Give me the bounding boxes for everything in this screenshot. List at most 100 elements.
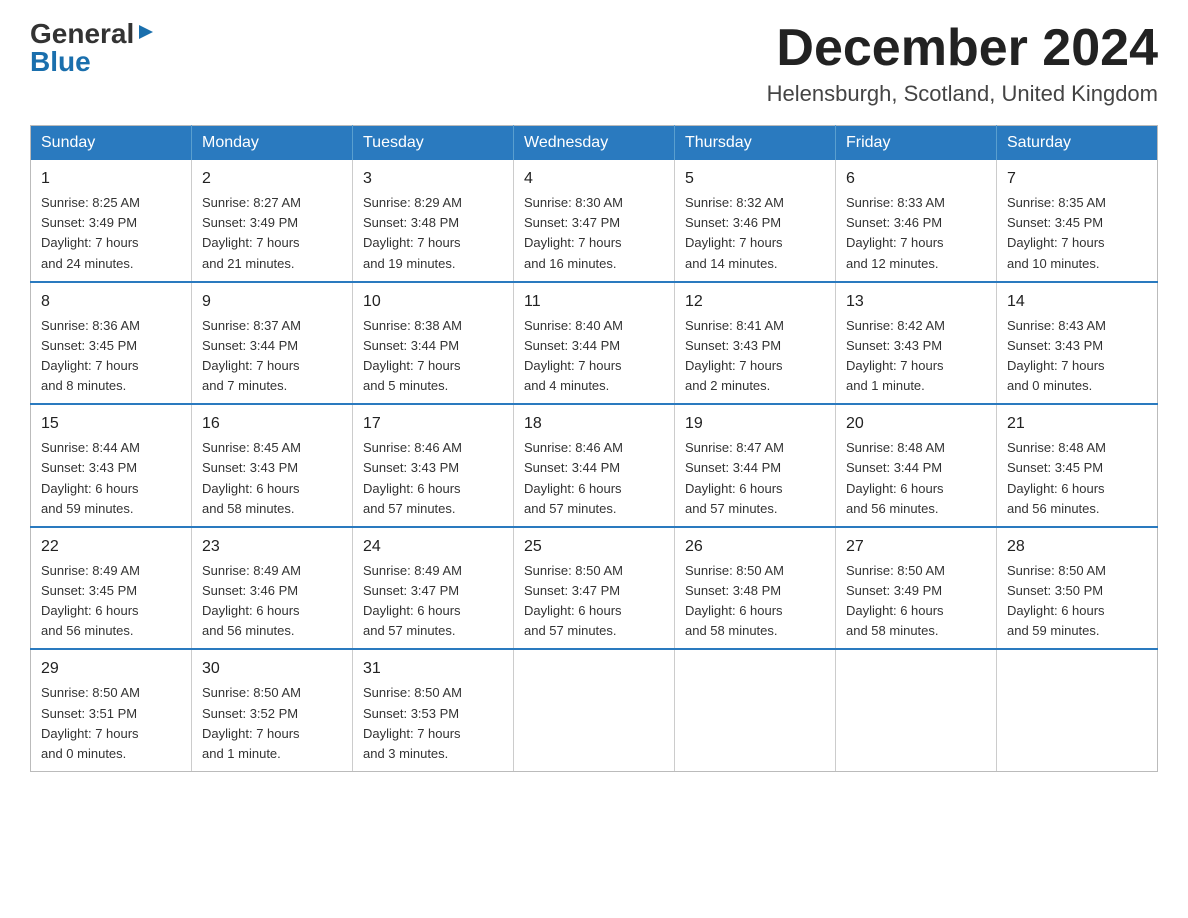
calendar-cell: 9 Sunrise: 8:37 AMSunset: 3:44 PMDayligh… (192, 282, 353, 405)
day-number: 21 (1007, 412, 1147, 436)
day-info: Sunrise: 8:50 AMSunset: 3:49 PMDaylight:… (846, 563, 945, 638)
day-info: Sunrise: 8:36 AMSunset: 3:45 PMDaylight:… (41, 318, 140, 393)
day-info: Sunrise: 8:45 AMSunset: 3:43 PMDaylight:… (202, 440, 301, 515)
calendar-cell: 27 Sunrise: 8:50 AMSunset: 3:49 PMDaylig… (836, 527, 997, 650)
day-number: 27 (846, 535, 986, 559)
day-info: Sunrise: 8:27 AMSunset: 3:49 PMDaylight:… (202, 195, 301, 270)
calendar-cell: 24 Sunrise: 8:49 AMSunset: 3:47 PMDaylig… (353, 527, 514, 650)
calendar-cell: 13 Sunrise: 8:42 AMSunset: 3:43 PMDaylig… (836, 282, 997, 405)
calendar-week-row: 15 Sunrise: 8:44 AMSunset: 3:43 PMDaylig… (31, 404, 1158, 527)
calendar-cell: 20 Sunrise: 8:48 AMSunset: 3:44 PMDaylig… (836, 404, 997, 527)
day-info: Sunrise: 8:40 AMSunset: 3:44 PMDaylight:… (524, 318, 623, 393)
calendar-cell: 18 Sunrise: 8:46 AMSunset: 3:44 PMDaylig… (514, 404, 675, 527)
calendar-cell: 1 Sunrise: 8:25 AMSunset: 3:49 PMDayligh… (31, 160, 192, 282)
calendar-cell: 5 Sunrise: 8:32 AMSunset: 3:46 PMDayligh… (675, 160, 836, 282)
calendar-cell: 29 Sunrise: 8:50 AMSunset: 3:51 PMDaylig… (31, 649, 192, 771)
day-number: 5 (685, 167, 825, 191)
day-number: 25 (524, 535, 664, 559)
calendar-cell: 2 Sunrise: 8:27 AMSunset: 3:49 PMDayligh… (192, 160, 353, 282)
day-info: Sunrise: 8:50 AMSunset: 3:51 PMDaylight:… (41, 685, 140, 760)
calendar-cell: 28 Sunrise: 8:50 AMSunset: 3:50 PMDaylig… (997, 527, 1158, 650)
calendar-cell: 14 Sunrise: 8:43 AMSunset: 3:43 PMDaylig… (997, 282, 1158, 405)
day-info: Sunrise: 8:50 AMSunset: 3:53 PMDaylight:… (363, 685, 462, 760)
day-number: 8 (41, 290, 181, 314)
day-number: 20 (846, 412, 986, 436)
day-info: Sunrise: 8:41 AMSunset: 3:43 PMDaylight:… (685, 318, 784, 393)
day-number: 22 (41, 535, 181, 559)
day-info: Sunrise: 8:48 AMSunset: 3:45 PMDaylight:… (1007, 440, 1106, 515)
weekday-header-thursday: Thursday (675, 126, 836, 161)
day-number: 19 (685, 412, 825, 436)
day-number: 6 (846, 167, 986, 191)
day-number: 23 (202, 535, 342, 559)
logo-arrow-icon (137, 23, 155, 46)
day-info: Sunrise: 8:47 AMSunset: 3:44 PMDaylight:… (685, 440, 784, 515)
calendar-week-row: 29 Sunrise: 8:50 AMSunset: 3:51 PMDaylig… (31, 649, 1158, 771)
day-info: Sunrise: 8:29 AMSunset: 3:48 PMDaylight:… (363, 195, 462, 270)
day-info: Sunrise: 8:35 AMSunset: 3:45 PMDaylight:… (1007, 195, 1106, 270)
calendar-cell: 22 Sunrise: 8:49 AMSunset: 3:45 PMDaylig… (31, 527, 192, 650)
calendar-cell (514, 649, 675, 771)
day-info: Sunrise: 8:50 AMSunset: 3:50 PMDaylight:… (1007, 563, 1106, 638)
day-info: Sunrise: 8:50 AMSunset: 3:47 PMDaylight:… (524, 563, 623, 638)
day-info: Sunrise: 8:49 AMSunset: 3:45 PMDaylight:… (41, 563, 140, 638)
weekday-header-monday: Monday (192, 126, 353, 161)
logo-blue-text: Blue (30, 48, 91, 76)
location-text: Helensburgh, Scotland, United Kingdom (767, 81, 1158, 107)
day-info: Sunrise: 8:50 AMSunset: 3:52 PMDaylight:… (202, 685, 301, 760)
day-number: 4 (524, 167, 664, 191)
day-number: 12 (685, 290, 825, 314)
calendar-cell: 15 Sunrise: 8:44 AMSunset: 3:43 PMDaylig… (31, 404, 192, 527)
day-info: Sunrise: 8:46 AMSunset: 3:43 PMDaylight:… (363, 440, 462, 515)
calendar-cell (836, 649, 997, 771)
day-info: Sunrise: 8:48 AMSunset: 3:44 PMDaylight:… (846, 440, 945, 515)
calendar-cell: 8 Sunrise: 8:36 AMSunset: 3:45 PMDayligh… (31, 282, 192, 405)
day-number: 29 (41, 657, 181, 681)
day-number: 26 (685, 535, 825, 559)
day-number: 16 (202, 412, 342, 436)
day-number: 15 (41, 412, 181, 436)
title-area: December 2024 Helensburgh, Scotland, Uni… (767, 20, 1158, 107)
weekday-header-saturday: Saturday (997, 126, 1158, 161)
day-number: 11 (524, 290, 664, 314)
calendar-cell: 16 Sunrise: 8:45 AMSunset: 3:43 PMDaylig… (192, 404, 353, 527)
calendar-week-row: 22 Sunrise: 8:49 AMSunset: 3:45 PMDaylig… (31, 527, 1158, 650)
day-info: Sunrise: 8:43 AMSunset: 3:43 PMDaylight:… (1007, 318, 1106, 393)
day-number: 7 (1007, 167, 1147, 191)
weekday-header-tuesday: Tuesday (353, 126, 514, 161)
day-info: Sunrise: 8:50 AMSunset: 3:48 PMDaylight:… (685, 563, 784, 638)
calendar-table: SundayMondayTuesdayWednesdayThursdayFrid… (30, 125, 1158, 772)
calendar-cell: 12 Sunrise: 8:41 AMSunset: 3:43 PMDaylig… (675, 282, 836, 405)
day-number: 24 (363, 535, 503, 559)
calendar-cell: 10 Sunrise: 8:38 AMSunset: 3:44 PMDaylig… (353, 282, 514, 405)
day-info: Sunrise: 8:49 AMSunset: 3:47 PMDaylight:… (363, 563, 462, 638)
weekday-header-row: SundayMondayTuesdayWednesdayThursdayFrid… (31, 126, 1158, 161)
day-number: 17 (363, 412, 503, 436)
month-title: December 2024 (767, 20, 1158, 77)
calendar-cell: 26 Sunrise: 8:50 AMSunset: 3:48 PMDaylig… (675, 527, 836, 650)
day-number: 14 (1007, 290, 1147, 314)
calendar-cell: 23 Sunrise: 8:49 AMSunset: 3:46 PMDaylig… (192, 527, 353, 650)
calendar-cell: 31 Sunrise: 8:50 AMSunset: 3:53 PMDaylig… (353, 649, 514, 771)
weekday-header-friday: Friday (836, 126, 997, 161)
day-number: 30 (202, 657, 342, 681)
calendar-cell: 30 Sunrise: 8:50 AMSunset: 3:52 PMDaylig… (192, 649, 353, 771)
day-number: 18 (524, 412, 664, 436)
day-info: Sunrise: 8:25 AMSunset: 3:49 PMDaylight:… (41, 195, 140, 270)
day-number: 13 (846, 290, 986, 314)
day-number: 10 (363, 290, 503, 314)
calendar-cell: 19 Sunrise: 8:47 AMSunset: 3:44 PMDaylig… (675, 404, 836, 527)
day-info: Sunrise: 8:33 AMSunset: 3:46 PMDaylight:… (846, 195, 945, 270)
logo-general-text: General (30, 20, 134, 48)
calendar-week-row: 8 Sunrise: 8:36 AMSunset: 3:45 PMDayligh… (31, 282, 1158, 405)
day-number: 9 (202, 290, 342, 314)
day-info: Sunrise: 8:42 AMSunset: 3:43 PMDaylight:… (846, 318, 945, 393)
calendar-cell: 21 Sunrise: 8:48 AMSunset: 3:45 PMDaylig… (997, 404, 1158, 527)
day-info: Sunrise: 8:30 AMSunset: 3:47 PMDaylight:… (524, 195, 623, 270)
day-info: Sunrise: 8:49 AMSunset: 3:46 PMDaylight:… (202, 563, 301, 638)
day-info: Sunrise: 8:38 AMSunset: 3:44 PMDaylight:… (363, 318, 462, 393)
calendar-cell (675, 649, 836, 771)
day-info: Sunrise: 8:32 AMSunset: 3:46 PMDaylight:… (685, 195, 784, 270)
day-number: 1 (41, 167, 181, 191)
calendar-cell: 17 Sunrise: 8:46 AMSunset: 3:43 PMDaylig… (353, 404, 514, 527)
